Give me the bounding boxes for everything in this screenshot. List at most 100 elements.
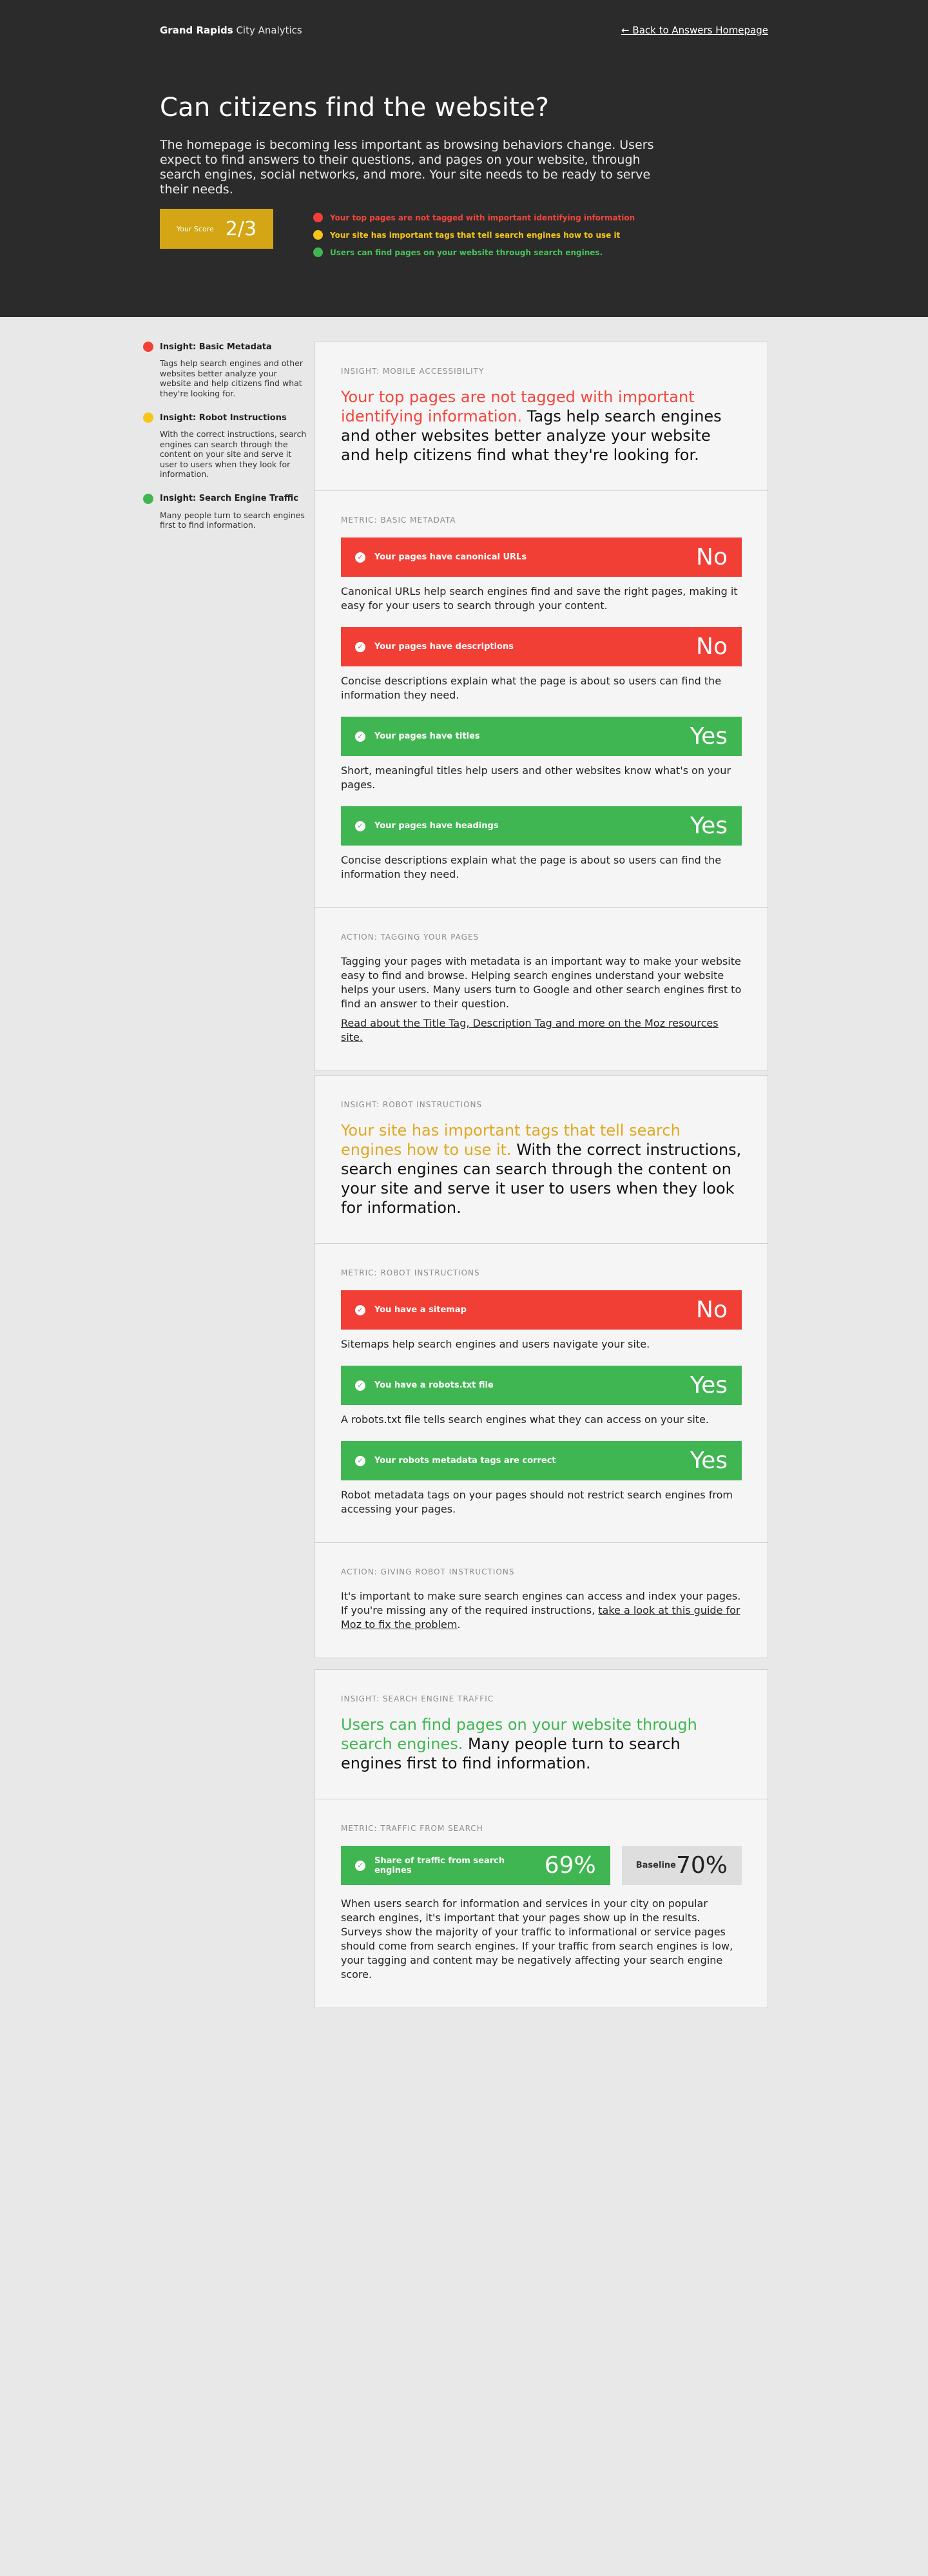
insight-section: Insight: Mobile Accessibility Your top p…	[315, 342, 768, 490]
metric-value: Yes	[690, 813, 728, 839]
sidebar-item-title: Insight: Search Engine Traffic	[160, 494, 298, 503]
legend-item: Your top pages are not tagged with impor…	[313, 209, 635, 226]
score-label: Your Score	[176, 224, 214, 233]
red-status-dot-icon	[313, 213, 323, 222]
score-value: 2/3	[225, 217, 257, 240]
sidebar-item-robot-instructions[interactable]: Insight: Robot Instructions With the cor…	[143, 412, 307, 479]
brand-suffix: City Analytics	[233, 24, 302, 36]
metric-bar: ✓ Your pages have headings Yes	[341, 806, 742, 846]
metric-description: Canonical URLs help search engines find …	[341, 585, 738, 612]
metric-description: Concise descriptions explain what the pa…	[341, 854, 722, 880]
metric-bar: ✓ Your pages have titles Yes	[341, 717, 742, 756]
moz-resources-link[interactable]: Read about the Title Tag, Description Ta…	[341, 1016, 742, 1045]
check-circle-icon: ✓	[355, 1455, 365, 1466]
metric-bar: ✓ You have a sitemap No	[341, 1290, 742, 1330]
section-eyebrow: Metric: Basic Metadata	[341, 516, 456, 525]
action-text: Tagging your pages with metadata is an i…	[341, 955, 742, 1010]
search-engine-traffic-card: Insight: Search Engine Traffic Users can…	[314, 1669, 768, 2008]
metric-description: When users search for information and se…	[341, 1897, 733, 1980]
traffic-value: 69%	[544, 1852, 596, 1879]
insight-section: Insight: Search Engine Traffic Users can…	[315, 1670, 768, 1799]
hero-header: Grand Rapids City Analytics ← Back to An…	[0, 0, 928, 317]
traffic-label: Share of traffic from search engines	[374, 1855, 505, 1875]
metric-value: No	[696, 1297, 728, 1323]
metric-label: Your pages have titles	[374, 731, 480, 741]
metric-label: Your pages have descriptions	[374, 642, 514, 652]
yellow-status-dot-icon	[143, 412, 153, 423]
check-circle-icon: ✓	[355, 641, 365, 652]
metric-label: Your robots metadata tags are correct	[374, 1456, 556, 1466]
metric-description: Robot metadata tags on your pages should…	[341, 1489, 733, 1515]
action-section: Action: Giving Robot Instructions It's i…	[315, 1542, 768, 1658]
section-eyebrow: Action: Tagging Your Pages	[341, 933, 479, 942]
baseline-box: Baseline 70%	[621, 1846, 742, 1885]
metric-value: No	[696, 544, 728, 570]
legend-text: Users can find pages on your website thr…	[330, 247, 603, 257]
traffic-share-bar: ✓ Share of traffic from search engines 69…	[341, 1846, 610, 1885]
green-status-dot-icon	[313, 247, 323, 257]
back-to-homepage-link[interactable]: ← Back to Answers Homepage	[621, 24, 768, 36]
metric-label: Your pages have headings	[374, 821, 499, 831]
metric-label: Your pages have canonical URLs	[374, 552, 527, 562]
sidebar-item-search-engine-traffic[interactable]: Insight: Search Engine Traffic Many peop…	[143, 493, 305, 530]
section-eyebrow: Insight: Robot Instructions	[341, 1100, 483, 1109]
check-circle-icon: ✓	[355, 731, 365, 742]
section-eyebrow: Insight: Mobile Accessibility	[341, 367, 485, 376]
metric-description: A robots.txt file tells search engines w…	[341, 1413, 709, 1426]
metric-section: Metric: Basic Metadata ✓ Your pages have …	[315, 490, 768, 907]
metric-value: No	[696, 634, 728, 660]
metric-value: Yes	[690, 723, 728, 750]
score-badge: Your Score 2/3	[160, 209, 273, 249]
baseline-label: Baseline	[635, 1861, 676, 1870]
metric-description: Short, meaningful titles help users and …	[341, 764, 731, 791]
insight-text: Your top pages are not tagged with impor…	[341, 387, 742, 465]
action-text-end: .	[457, 1618, 461, 1631]
check-circle-icon: ✓	[355, 1860, 365, 1871]
baseline-value: 70%	[675, 1852, 728, 1879]
action-text: It's important to make sure search engin…	[341, 1589, 742, 1632]
sidebar-item-title: Insight: Robot Instructions	[160, 412, 287, 423]
top-bar: Grand Rapids City Analytics ← Back to An…	[160, 24, 768, 36]
brand-name: Grand Rapids	[160, 24, 233, 36]
metric-value: Yes	[690, 1372, 728, 1399]
red-status-dot-icon	[143, 342, 153, 352]
page-title: Can citizens find the website?	[160, 93, 550, 122]
metric-bar: ✓ Your pages have descriptions No	[341, 627, 742, 666]
metric-bar: ✓ Your pages have canonical URLs No	[341, 537, 742, 577]
check-circle-icon: ✓	[355, 820, 365, 831]
yellow-status-dot-icon	[313, 230, 323, 240]
section-eyebrow: Action: Giving Robot Instructions	[341, 1567, 515, 1576]
metric-label: You have a sitemap	[374, 1305, 467, 1315]
insight-section: Insight: Robot Instructions Your site ha…	[315, 1076, 768, 1243]
score-legend: Your top pages are not tagged with impor…	[313, 209, 635, 261]
section-eyebrow: Insight: Search Engine Traffic	[341, 1694, 494, 1703]
sidebar: Insight: Basic Metadata Tags help search…	[143, 342, 307, 545]
green-status-dot-icon	[143, 493, 153, 504]
metric-description: Sitemaps help search engines and users n…	[341, 1338, 650, 1350]
sidebar-item-basic-metadata[interactable]: Insight: Basic Metadata Tags help search…	[143, 342, 304, 398]
brand-logo[interactable]: Grand Rapids City Analytics	[160, 24, 302, 36]
check-circle-icon: ✓	[355, 1304, 365, 1315]
sidebar-item-text: Tags help search engines and other websi…	[160, 358, 304, 398]
action-section: Action: Tagging Your Pages Tagging your …	[315, 907, 768, 1070]
insight-text: Users can find pages on your website thr…	[341, 1715, 742, 1773]
check-circle-icon: ✓	[355, 1380, 365, 1391]
legend-item: Users can find pages on your website thr…	[313, 244, 635, 261]
sidebar-item-text: With the correct instructions, search en…	[160, 429, 307, 479]
legend-text: Your site has important tags that tell s…	[330, 230, 621, 240]
legend-text: Your top pages are not tagged with impor…	[330, 213, 635, 222]
insight-text: Your site has important tags that tell s…	[341, 1121, 742, 1217]
sidebar-item-title: Insight: Basic Metadata	[160, 342, 272, 352]
metric-bar: ✓ You have a robots.txt file Yes	[341, 1366, 742, 1405]
traffic-row: ✓ Share of traffic from search engines 69…	[341, 1846, 742, 1885]
metric-section: Metric: Traffic from Search ✓ Share of tr…	[315, 1799, 768, 2008]
metric-section: Metric: Robot Instructions ✓ You have a s…	[315, 1243, 768, 1542]
legend-item: Your site has important tags that tell s…	[313, 226, 635, 244]
sidebar-item-text: Many people turn to search engines first…	[160, 510, 305, 530]
metric-bar: ✓ Your robots metadata tags are correct Y…	[341, 1441, 742, 1480]
metric-description: Concise descriptions explain what the pa…	[341, 675, 722, 701]
section-eyebrow: Metric: Robot Instructions	[341, 1268, 480, 1277]
metric-value: Yes	[690, 1448, 728, 1474]
robot-instructions-card: Insight: Robot Instructions Your site ha…	[314, 1075, 768, 1658]
check-circle-icon: ✓	[355, 552, 365, 563]
